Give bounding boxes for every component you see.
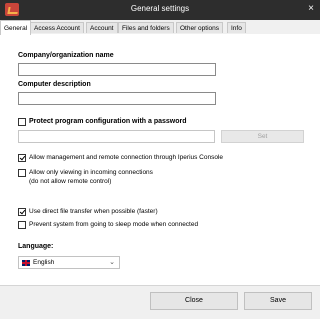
window-close-icon[interactable]: × [308,3,314,14]
title-bar: General settings × [0,0,320,20]
language-value: English [33,259,55,266]
description-label: Computer description [18,81,91,88]
tab-general[interactable]: General [0,20,32,35]
allow-management-label: Allow management and remote connection t… [29,154,224,161]
tab-other-options[interactable]: Other options [176,22,224,33]
direct-transfer-checkbox[interactable] [18,208,26,216]
company-input[interactable] [18,63,216,76]
protect-label: Protect program configuration with a pas… [29,118,187,125]
tab-bar: General Access Account Account Files and… [0,20,320,35]
prevent-sleep-label: Prevent system from going to sleep mode … [29,221,199,228]
password-input[interactable] [18,130,215,143]
description-input[interactable] [18,92,216,105]
company-label: Company/organization name [18,52,114,59]
prevent-sleep-checkbox[interactable] [18,221,26,229]
uk-flag-icon [22,260,30,266]
save-button[interactable]: Save [244,292,312,310]
allow-view-only-checkbox[interactable] [18,169,26,177]
chevron-down-icon: ⌄ [109,259,115,266]
tab-account[interactable]: Account [86,22,118,33]
protect-checkbox[interactable] [18,118,26,126]
tab-files-and-folders[interactable]: Files and folders [118,22,174,33]
general-panel: Company/organization name Computer descr… [0,34,320,286]
direct-transfer-label: Use direct file transfer when possible (… [29,208,158,215]
set-password-button[interactable]: Set [221,130,304,143]
allow-management-checkbox[interactable] [18,154,26,162]
window-title: General settings [130,4,190,13]
language-select[interactable]: English ⌄ [18,256,120,269]
language-label: Language: [18,243,54,250]
allow-view-only-label-line1: Allow only viewing in incoming connectio… [29,169,153,176]
tab-access-account[interactable]: Access Account [30,22,84,33]
tab-info[interactable]: Info [227,22,246,33]
close-button[interactable]: Close [150,292,238,310]
allow-view-only-label-line2: (do not allow remote control) [29,178,112,185]
